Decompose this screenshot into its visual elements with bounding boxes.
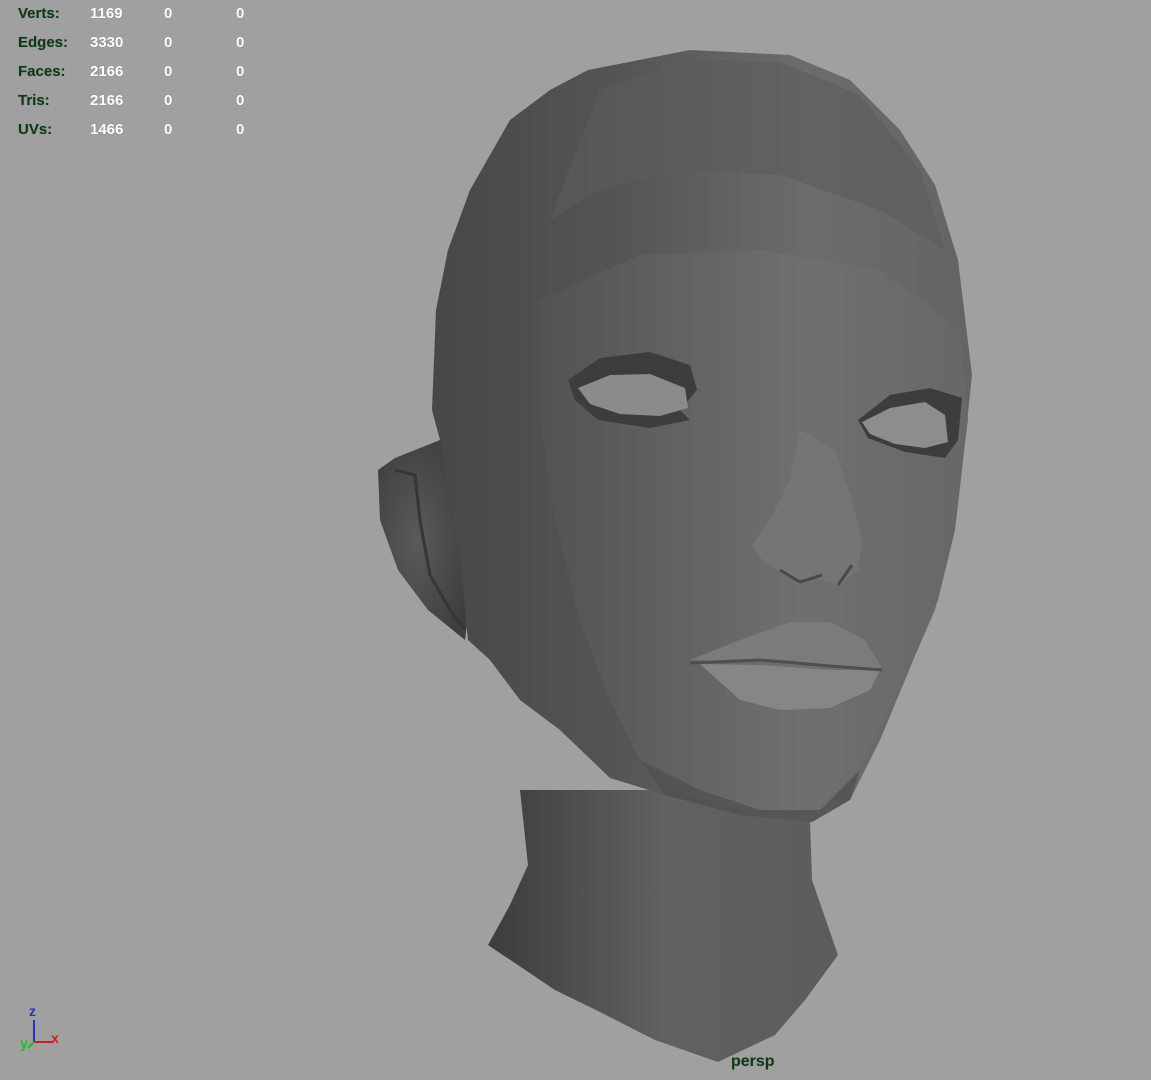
- hud-value: 1466: [90, 121, 124, 138]
- axis-gizmo: z y x: [18, 1002, 68, 1054]
- hud-value: 0: [164, 34, 173, 51]
- hud-value: 0: [236, 121, 245, 138]
- hud-value: 0: [164, 92, 173, 109]
- axis-y-label: y: [20, 1035, 28, 1051]
- hud-label: Edges:: [18, 34, 69, 51]
- hud-label: Faces:: [18, 63, 66, 80]
- head-mesh[interactable]: [0, 0, 1151, 1080]
- hud-value: 1169: [90, 5, 123, 22]
- hud-value: 2166: [90, 63, 124, 80]
- hud-value: 0: [164, 121, 173, 138]
- hud-value: 3330: [90, 34, 124, 51]
- hud-label: Tris:: [18, 92, 50, 109]
- hud-value: 0: [164, 5, 173, 22]
- hud-label: Verts:: [18, 5, 60, 22]
- hud-label: UVs:: [18, 121, 53, 138]
- neck: [488, 790, 838, 1062]
- axis-z-label: z: [29, 1003, 36, 1019]
- hud-value: 0: [236, 5, 245, 22]
- camera-name-label: persp: [731, 1053, 775, 1070]
- axis-x-label: x: [51, 1030, 59, 1046]
- hud-value: 0: [236, 63, 245, 80]
- hud-value: 0: [236, 92, 245, 109]
- hud-value: 2166: [90, 92, 124, 109]
- hud-value: 0: [236, 34, 245, 51]
- perspective-viewport[interactable]: Verts: 1169 0 0 Edges: 3330 0 0 Faces: 2…: [0, 0, 1151, 1080]
- hud-value: 0: [164, 63, 173, 80]
